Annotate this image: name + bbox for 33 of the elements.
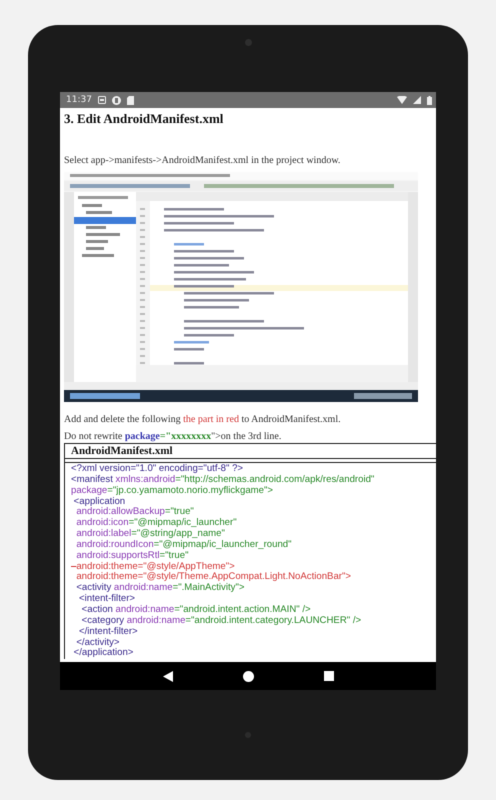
code-line: android:theme="@style/Theme.AppCompat.Light.NoActionBar"> (75, 572, 351, 583)
code-line: <action android:name="android.intent.action.MAIN" /> (80, 604, 311, 616)
code-line: android:roundIcon="@mipmap/ic_launcher_round" (75, 540, 292, 551)
wifi-icon (397, 96, 407, 104)
notification-icon (112, 96, 121, 104)
code-line: </application> (72, 648, 134, 660)
code-line: android:icon="@mipmap/ic_launcher" (75, 518, 237, 529)
code-box-title: AndroidManifest.xml (65, 443, 436, 459)
code-line: android:theme="@style/AppTheme"> (75, 562, 235, 572)
instruction-text: Add and delete the following the part in red to AndroidManifest.xml. (64, 414, 341, 426)
recents-button[interactable] (324, 671, 334, 681)
code-line: <activity android:name=".MainActivity"> (75, 583, 244, 594)
sd-card-icon (126, 96, 134, 104)
code-line: android:allowBackup="true" (75, 507, 194, 518)
back-button[interactable] (162, 670, 172, 682)
code-line: <application (72, 496, 126, 507)
code-line: <category android:name="android.intent.category.LAUNCHER" /> (80, 616, 362, 627)
code-line: </intent-filter> (78, 626, 138, 638)
intro-text: Select app->manifests->AndroidManifest.xml in the project window. (64, 155, 340, 166)
status-time: 11:37 (66, 95, 92, 105)
code-line: android:supportsRtl="true" (75, 550, 188, 562)
home-button[interactable] (242, 670, 254, 682)
code-line: <manifest xmlns:android="http://schemas.android.com/apk/res/android" (71, 474, 374, 486)
instruction-text: Do not rewrite package="xxxxxxxx">on the 3rd line. (64, 431, 282, 443)
signal-icon (413, 96, 421, 104)
code-line: package="jp.co.yamamoto.norio.myflickgame"> (71, 486, 273, 497)
code-line: <?xml version="1.0" encoding="utf-8" ?> (71, 464, 244, 475)
code-line: </activity> (75, 638, 120, 648)
notification-icon (98, 96, 106, 104)
battery-icon (427, 96, 432, 104)
code-line: <intent-filter> (78, 594, 135, 605)
code-line: android:label="@string/app_name" (75, 529, 225, 540)
section-heading: 3. Edit AndroidManifest.xml (63, 110, 224, 127)
